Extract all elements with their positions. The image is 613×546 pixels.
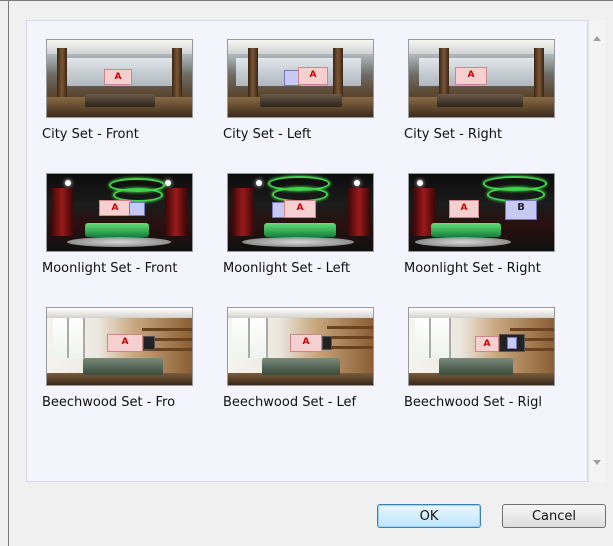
gallery-item-beechwood-left[interactable]: A Beechwood Set - Lef <box>223 307 383 427</box>
scroll-down-arrow-icon[interactable] <box>593 460 601 465</box>
gallery-item-city-right[interactable]: A City Set - Right <box>404 39 564 159</box>
moonlight-set-front-thumbnail: A <box>46 173 193 252</box>
gallery-item-caption: Moonlight Set - Front <box>42 261 178 276</box>
set-gallery-list[interactable]: A City Set - Front A City Set - Left A C… <box>26 20 588 482</box>
window-border-left <box>8 0 9 546</box>
gallery-item-caption: Beechwood Set - Fro <box>42 395 176 410</box>
city-set-left-thumbnail: A <box>227 39 374 118</box>
gallery-item-moonlight-left[interactable]: A Moonlight Set - Left <box>223 173 383 293</box>
city-set-front-thumbnail: A <box>46 39 193 118</box>
beechwood-set-front-thumbnail: A <box>46 307 193 386</box>
beechwood-set-right-thumbnail: A <box>408 307 555 386</box>
window-border-top <box>0 0 613 1</box>
moonlight-set-right-thumbnail: A B <box>408 173 555 252</box>
gallery-item-caption: Beechwood Set - Lef <box>223 395 357 410</box>
beechwood-set-left-thumbnail: A <box>227 307 374 386</box>
cancel-button[interactable]: Cancel <box>502 504 606 528</box>
gallery-item-caption: City Set - Right <box>404 127 503 142</box>
vertical-scrollbar[interactable] <box>588 20 605 482</box>
gallery-item-moonlight-right[interactable]: A B Moonlight Set - Right <box>404 173 564 293</box>
ok-button[interactable]: OK <box>377 504 481 528</box>
gallery-item-beechwood-front[interactable]: A Beechwood Set - Fro <box>42 307 202 427</box>
gallery-item-moonlight-front[interactable]: A Moonlight Set - Front <box>42 173 202 293</box>
gallery-item-city-left[interactable]: A City Set - Left <box>223 39 383 159</box>
gallery-item-city-front[interactable]: A City Set - Front <box>42 39 202 159</box>
gallery-item-caption: City Set - Left <box>223 127 312 142</box>
city-set-right-thumbnail: A <box>408 39 555 118</box>
gallery-item-caption: Beechwood Set - Rigl <box>404 395 543 410</box>
gallery-item-beechwood-right[interactable]: A Beechwood Set - Rigl <box>404 307 564 427</box>
gallery-item-caption: Moonlight Set - Right <box>404 261 541 276</box>
gallery-item-caption: Moonlight Set - Left <box>223 261 351 276</box>
gallery-item-caption: City Set - Front <box>42 127 139 142</box>
scroll-up-arrow-icon[interactable] <box>593 36 601 41</box>
set-picker-dialog: A City Set - Front A City Set - Left A C… <box>0 0 613 546</box>
moonlight-set-left-thumbnail: A <box>227 173 374 252</box>
